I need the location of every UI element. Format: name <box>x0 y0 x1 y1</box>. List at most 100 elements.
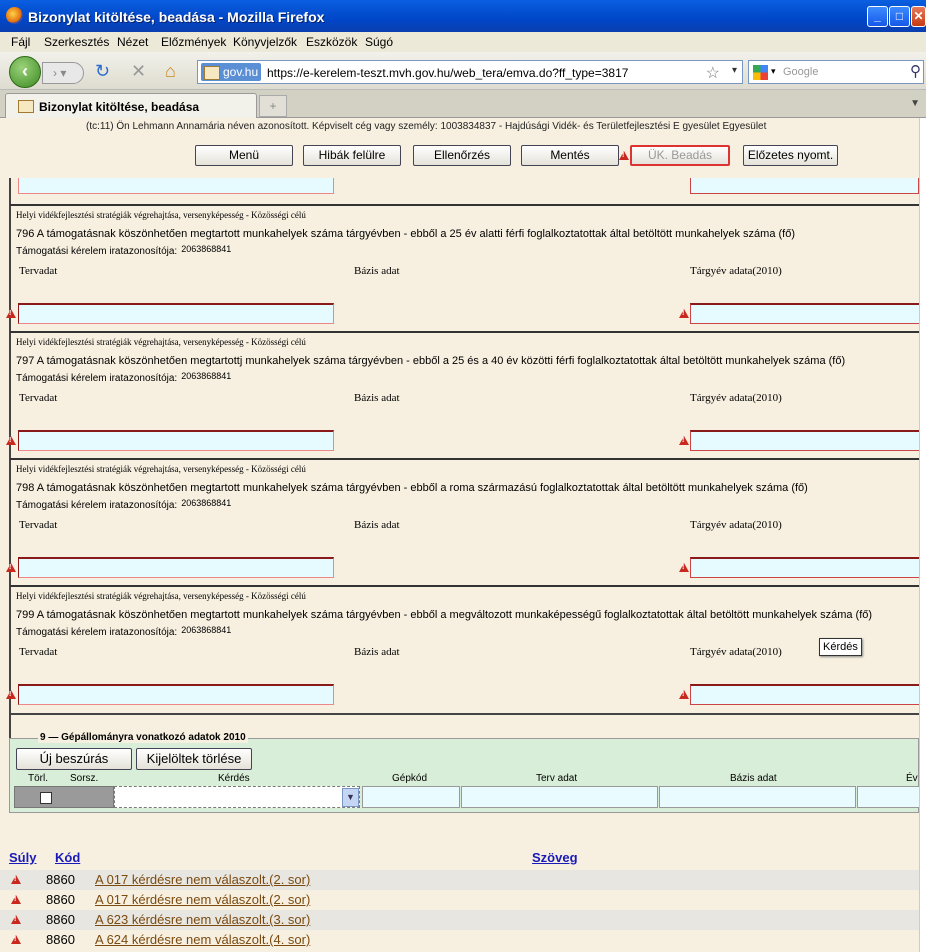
column-targyev: Tárgyév adata(2010) <box>690 265 782 277</box>
error-link[interactable]: A 017 kérdésre nem válaszolt.(2. sor) <box>95 872 310 887</box>
warning-icon <box>11 915 21 924</box>
new-row-button[interactable]: Új beszúrás <box>16 748 132 770</box>
field-796-targyev[interactable] <box>690 303 919 324</box>
question-select[interactable]: ▼ <box>114 786 360 808</box>
url-dropdown-icon[interactable]: ▾ <box>732 65 737 76</box>
warning-icon <box>679 563 689 572</box>
warning-icon <box>679 436 689 445</box>
menu-edit[interactable]: Szerkesztés <box>44 35 109 49</box>
menu-bar: Fájl Szerkesztés Nézet Előzmények Könyvj… <box>0 32 926 52</box>
col-order: Sorsz. <box>70 773 99 784</box>
field-798-tervadat[interactable] <box>18 557 334 578</box>
menu-button[interactable]: Menü <box>195 145 293 166</box>
question-text: 798 A támogatásnak köszönhetően megtarto… <box>16 482 808 494</box>
preview-print-button[interactable]: Előzetes nyomt. <box>743 145 838 166</box>
section-title: Helyi vidékfejlesztési stratégiák végreh… <box>16 464 306 474</box>
stop-icon[interactable]: ✕ <box>131 61 146 81</box>
application-id: Támogatási kérelem iratazonosítója: 20638… <box>16 625 232 638</box>
bookmark-star-icon[interactable]: ☆ <box>706 63 720 83</box>
home-icon[interactable]: ⌂ <box>165 61 176 81</box>
error-code: 8860 <box>46 872 75 887</box>
address-bar[interactable]: gov.hu https://e-kerelem-teszt.mvh.gov.h… <box>197 60 743 84</box>
column-targyev: Tárgyév adata(2010) <box>690 519 782 531</box>
warning-icon <box>679 309 689 318</box>
tab-list-icon[interactable]: ▼ <box>910 98 920 109</box>
col-question: Kérdés <box>218 773 250 784</box>
field-797-targyev[interactable] <box>690 430 919 451</box>
application-id: Támogatási kérelem iratazonosítója: 20638… <box>16 498 232 511</box>
error-link[interactable]: A 624 kérdésre nem válaszolt.(4. sor) <box>95 932 310 947</box>
error-link[interactable]: A 017 kérdésre nem válaszolt.(2. sor) <box>95 892 310 907</box>
col-year: Év <box>906 773 918 784</box>
forward-button[interactable]: › ▾ <box>42 62 84 84</box>
menu-help[interactable]: Súgó <box>365 35 393 49</box>
column-bazis: Bázis adat <box>354 646 400 658</box>
field-799-targyev[interactable] <box>690 684 919 705</box>
warning-icon <box>6 690 16 699</box>
warning-icon <box>679 690 689 699</box>
field-targyev-prev[interactable] <box>690 178 919 194</box>
submit-button[interactable]: ÜK. Beadás <box>630 145 730 166</box>
google-icon[interactable] <box>753 65 768 80</box>
minimize-button[interactable]: _ <box>867 6 888 27</box>
warning-icon <box>6 436 16 445</box>
column-bazis: Bázis adat <box>354 265 400 277</box>
error-row: 8860 A 017 kérdésre nem válaszolt.(2. so… <box>0 890 919 910</box>
plan-input[interactable] <box>461 786 658 808</box>
new-tab-button[interactable]: + <box>259 95 287 117</box>
warning-icon <box>11 895 21 904</box>
delete-selected-button[interactable]: Kijelöltek törlése <box>136 748 252 770</box>
tab-label: Bizonylat kitöltése, beadása <box>39 100 200 114</box>
check-button[interactable]: Ellenőrzés <box>413 145 511 166</box>
error-link[interactable]: A 623 kérdésre nem válaszolt.(3. sor) <box>95 912 310 927</box>
error-row: 8860 A 017 kérdésre nem válaszolt.(2. so… <box>0 870 919 890</box>
field-tervadat-prev[interactable] <box>18 178 334 194</box>
col-base: Bázis adat <box>730 773 777 784</box>
maximize-button[interactable]: □ <box>889 6 910 27</box>
machine-code-input[interactable] <box>362 786 460 808</box>
url-text[interactable]: https://e-kerelem-teszt.mvh.gov.hu/web_t… <box>267 66 628 80</box>
tab-bar: Bizonylat kitöltése, beadása + ▼ <box>0 90 926 119</box>
save-button[interactable]: Mentés <box>521 145 619 166</box>
field-797-tervadat[interactable] <box>18 430 334 451</box>
year-input[interactable] <box>857 786 919 808</box>
menu-file[interactable]: Fájl <box>11 35 30 49</box>
question-text: 799 A támogatásnak köszönhetően megtarto… <box>16 609 873 621</box>
back-button[interactable]: ‹ <box>9 56 41 88</box>
page-favicon-icon <box>18 100 34 113</box>
header-code[interactable]: Kód <box>55 850 80 865</box>
search-engine-dropdown-icon[interactable]: ▾ <box>771 66 776 77</box>
menu-history[interactable]: Előzmények <box>161 35 226 49</box>
menu-bookmarks[interactable]: Könyvjelzők <box>233 35 297 49</box>
field-799-tervadat[interactable] <box>18 684 334 705</box>
errors-top-button[interactable]: Hibák felülre <box>303 145 401 166</box>
section-divider <box>9 713 919 715</box>
column-tervadat: Tervadat <box>19 265 58 277</box>
field-796-tervadat[interactable] <box>18 303 334 324</box>
section-title: Helyi vidékfejlesztési stratégiák végreh… <box>16 337 306 347</box>
menu-tools[interactable]: Eszközök <box>306 35 357 49</box>
vertical-scrollbar[interactable] <box>919 118 926 952</box>
tooltip: Kérdés <box>819 638 862 656</box>
tab-active[interactable]: Bizonylat kitöltése, beadása <box>5 93 257 119</box>
search-bar[interactable]: ▾ Google ⚲ <box>748 60 924 84</box>
delete-checkbox[interactable] <box>40 792 52 804</box>
error-row: 8860 A 623 kérdésre nem válaszolt.(3. so… <box>0 910 919 930</box>
site-identity[interactable]: gov.hu <box>201 63 262 81</box>
header-weight[interactable]: Súly <box>9 850 36 865</box>
header-text[interactable]: Szöveg <box>532 850 578 865</box>
menu-view[interactable]: Nézet <box>117 35 148 49</box>
warning-icon <box>619 151 629 160</box>
field-798-targyev[interactable] <box>690 557 919 578</box>
window-title: Bizonylat kitöltése, beadása - Mozilla F… <box>28 9 325 25</box>
col-delete: Törl. <box>28 773 48 784</box>
close-button[interactable]: ✕ <box>911 6 926 27</box>
warning-icon <box>11 875 21 884</box>
error-code: 8860 <box>46 892 75 907</box>
column-tervadat: Tervadat <box>19 646 58 658</box>
search-input[interactable]: Google <box>783 66 818 78</box>
base-input[interactable] <box>659 786 856 808</box>
reload-icon[interactable]: ↻ <box>95 61 110 81</box>
chevron-down-icon[interactable]: ▼ <box>342 788 359 807</box>
search-icon[interactable]: ⚲ <box>910 62 921 80</box>
